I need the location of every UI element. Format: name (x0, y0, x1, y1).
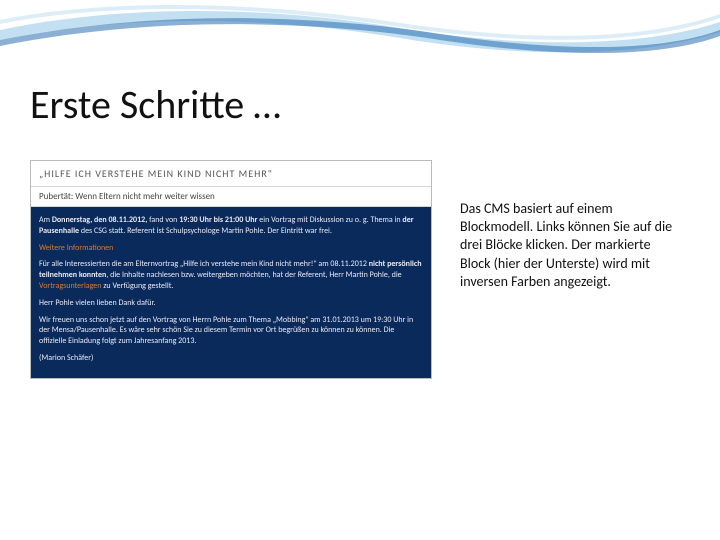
text: ein Vortrag mit Diskussion zu o. g. Them… (257, 215, 402, 225)
cms-paragraph: Herr Pohle vielen lieben Dank dafür. (39, 298, 423, 309)
text: fand von (147, 215, 179, 225)
cms-paragraph: Wir freuen uns schon jetzt auf den Vortr… (39, 315, 423, 347)
cms-block-subheader[interactable]: Pubertät: Wenn Eltern nicht mehr weiter … (31, 186, 431, 206)
text-bold: Donnerstag, den 08.11.2012, (52, 215, 147, 225)
cms-block-selected[interactable]: Am Donnerstag, den 08.11.2012, fand von … (31, 206, 431, 378)
text: des CSG statt. Referent ist Schulpsychol… (79, 226, 332, 236)
cms-more-info-link[interactable]: Weitere Informationen (39, 243, 113, 253)
text-highlight: Vortragsunterlagen (39, 281, 102, 291)
cms-block-header[interactable]: „HILFE ICH VERSTEHE MEIN KIND NICHT MEHR… (31, 161, 431, 186)
page-title: Erste Schritte … (30, 80, 281, 129)
cms-paragraph: Am Donnerstag, den 08.11.2012, fand von … (39, 215, 423, 237)
cms-panel: „HILFE ICH VERSTEHE MEIN KIND NICHT MEHR… (30, 160, 432, 379)
description-text: Das CMS basiert auf einem Blockmodell. L… (460, 200, 680, 291)
slide: Erste Schritte … „HILFE ICH VERSTEHE MEI… (0, 0, 720, 540)
text-bold: 19:30 Uhr bis 21:00 Uhr (179, 215, 257, 225)
cms-paragraph: Für alle Interessierten die am Elternvor… (39, 259, 423, 291)
cms-link-line: Weitere Informationen (39, 243, 423, 254)
decorative-swoosh (0, 0, 720, 70)
cms-paragraph: (Marion Schäfer) (39, 353, 423, 364)
text: zu Verfügung gestellt. (102, 281, 174, 291)
text: , die Inhalte nachlesen bzw. weitergeben… (106, 270, 401, 280)
text: Am (39, 215, 52, 225)
text: Für alle Interessierten die am Elternvor… (39, 259, 369, 269)
